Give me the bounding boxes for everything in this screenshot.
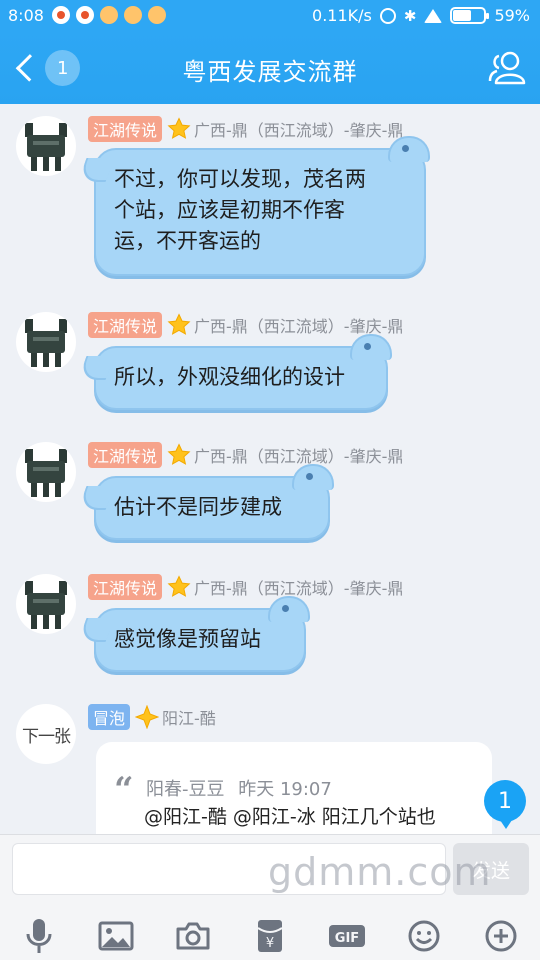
ding-avatar-icon <box>25 449 67 497</box>
quote-header: 阳春-豆豆 昨天 19:07 <box>146 775 332 801</box>
battery-fill <box>453 10 472 21</box>
paw-icon <box>148 6 166 24</box>
message-line: 运，不开客运的 <box>114 229 261 253</box>
message-bubble[interactable]: 所以，外观没细化的设计 <box>94 334 392 410</box>
member-badge: 江湖传说 <box>88 442 163 468</box>
sender-name: 广西-鼎（西江流域）-肇庆-鼎 <box>194 121 404 140</box>
avatar[interactable] <box>16 312 76 372</box>
message-meta: 冒泡 阳江-酷 <box>88 704 216 730</box>
sender-name: 阳江-酷 <box>162 709 216 728</box>
new-message-indicator[interactable]: 1 <box>484 780 526 829</box>
member-badge: 冒泡 <box>88 704 131 730</box>
microphone-icon[interactable] <box>17 914 61 958</box>
gif-label: GIF <box>335 931 359 946</box>
message-meta: 江湖传说 广西-鼎（西江流域）-肇庆-鼎 <box>88 442 403 468</box>
paw-icon <box>124 6 142 24</box>
star-icon <box>167 575 191 597</box>
bubble-ear <box>388 136 430 162</box>
message-line: 个站，应该是初期不作客 <box>114 198 345 222</box>
wifi-icon <box>424 8 443 23</box>
message-meta: 江湖传说 广西-鼎（西江流域）-肇庆-鼎 <box>88 312 403 338</box>
quote-author: 阳春-豆豆 <box>146 779 225 800</box>
quote-time: 昨天 19:07 <box>238 779 332 800</box>
title-bar: 1 粤西发展交流群 <box>0 32 540 104</box>
network-speed: 0.11K/s <box>312 6 372 25</box>
page-title: 粤西发展交流群 <box>182 58 358 86</box>
status-bar: 8:08 0.11K/s ✱ 59% <box>0 0 540 32</box>
quote-icon: “ <box>114 770 134 810</box>
ding-avatar-icon <box>25 123 67 171</box>
gif-icon[interactable]: GIF <box>325 914 369 958</box>
ding-avatar-icon <box>25 581 67 629</box>
weibo-icon <box>52 6 70 24</box>
star-icon <box>167 443 191 465</box>
avatar[interactable] <box>16 116 76 176</box>
sender-name: 广西-鼎（西江流域）-肇庆-鼎 <box>194 447 404 466</box>
plus-icon[interactable] <box>479 914 523 958</box>
sender-name: 广西-鼎（西江流域）-肇庆-鼎 <box>194 579 404 598</box>
paw-icon <box>100 6 118 24</box>
message-line: 估计不是同步建成 <box>114 495 282 519</box>
member-badge: 江湖传说 <box>88 116 163 142</box>
input-toolbar: ¥ GIF <box>0 911 540 960</box>
quote-text: @阳江-酷 @阳江-冰 阳江几个站也 <box>144 806 436 828</box>
bluetooth-icon: ✱ <box>403 6 417 25</box>
avatar-text: 下一张 <box>22 726 71 747</box>
avatar[interactable]: 下一张 <box>16 704 76 764</box>
camera-icon[interactable] <box>171 914 215 958</box>
battery-percent: 59% <box>494 6 530 25</box>
star-icon <box>167 313 191 335</box>
alarm-icon <box>379 7 396 24</box>
ding-avatar-icon <box>25 319 67 367</box>
message-bubble[interactable]: 不过，你可以发现，茂名两 个站，应该是初期不作客 运，不开客运的 <box>94 136 430 276</box>
message-bubble[interactable]: 感觉像是预留站 <box>94 596 310 672</box>
status-time: 8:08 <box>8 6 44 25</box>
weibo-icon <box>76 6 94 24</box>
red-packet-icon[interactable]: ¥ <box>248 914 292 958</box>
member-badge: 江湖传说 <box>88 574 163 600</box>
battery-icon <box>450 7 490 24</box>
star-icon <box>167 117 191 139</box>
message-line: 所以，外观没细化的设计 <box>114 365 345 389</box>
diamond-star-icon <box>135 705 160 729</box>
emoji-icon[interactable] <box>402 914 446 958</box>
group-members-icon[interactable] <box>488 50 526 86</box>
red-packet-label: ¥ <box>266 936 274 951</box>
member-badge: 江湖传说 <box>88 312 163 338</box>
message-meta: 江湖传说 广西-鼎（西江流域）-肇庆-鼎 <box>88 574 403 600</box>
image-icon[interactable] <box>94 914 138 958</box>
message-meta: 江湖传说 广西-鼎（西江流域）-肇庆-鼎 <box>88 116 403 142</box>
notification-icons <box>52 6 166 24</box>
watermark: gdmm.com <box>268 850 492 894</box>
message-line: 不过，你可以发现，茂名两 <box>114 167 366 191</box>
avatar[interactable] <box>16 574 76 634</box>
message-bubble[interactable]: 估计不是同步建成 <box>94 464 334 540</box>
avatar[interactable] <box>16 442 76 502</box>
message-line: 感觉像是预留站 <box>114 627 261 651</box>
